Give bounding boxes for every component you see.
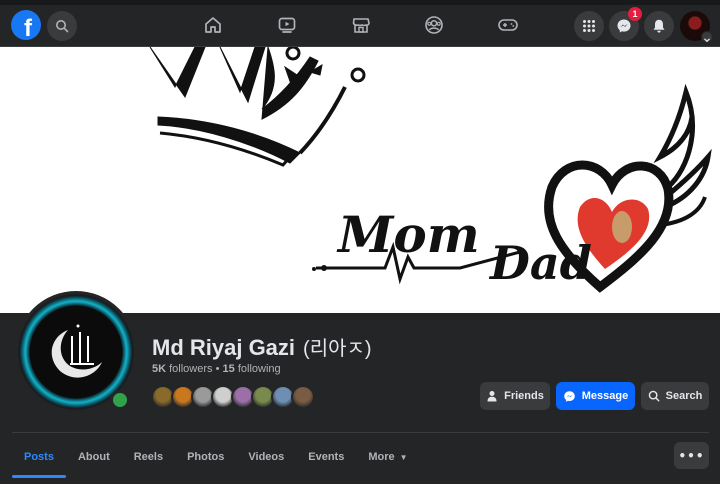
- search-button[interactable]: Search: [641, 382, 709, 410]
- account-avatar[interactable]: [680, 11, 713, 43]
- chevron-down-icon: [701, 31, 713, 43]
- tab-about[interactable]: About: [66, 437, 122, 477]
- cover-mom-text: Mom: [336, 205, 480, 264]
- tab-events[interactable]: Events: [296, 437, 356, 477]
- following-label[interactable]: following: [238, 363, 281, 375]
- following-count[interactable]: 15: [223, 363, 235, 375]
- tab-photos[interactable]: Photos: [175, 437, 236, 477]
- cover-photo[interactable]: Mom Dad: [0, 47, 720, 313]
- tab-label: More: [368, 451, 395, 463]
- cover-artwork: Mom Dad: [149, 47, 712, 293]
- followers-label[interactable]: followers: [169, 363, 212, 375]
- search-button-label: Search: [665, 390, 703, 402]
- tab-label: Posts: [24, 451, 54, 463]
- message-button[interactable]: Message: [556, 382, 635, 410]
- stats-separator: •: [215, 363, 220, 375]
- followers-count[interactable]: 5K: [152, 363, 166, 375]
- logo-letter: f: [24, 15, 32, 40]
- profile-stats: 5K followers • 15 following: [152, 363, 281, 375]
- profile-name: Md Riyaj Gazi (리아ㅈ): [152, 332, 372, 361]
- facebook-logo-icon[interactable]: f: [11, 10, 41, 40]
- profile-name-text: Md Riyaj Gazi: [152, 335, 296, 360]
- tab-label: Events: [308, 451, 345, 463]
- home-icon[interactable]: [201, 13, 225, 37]
- profile-alternate-name: (리아ㅈ): [303, 338, 372, 360]
- menu-grid-icon[interactable]: [574, 11, 604, 41]
- messenger-badge: 1: [628, 7, 642, 21]
- tab-more[interactable]: More ▼: [356, 437, 419, 477]
- top-navigation-bar: f 1: [0, 0, 720, 47]
- tab-label: Photos: [187, 451, 225, 463]
- gaming-icon[interactable]: [496, 13, 520, 37]
- online-status-dot: [110, 390, 130, 410]
- profile-tabs: Posts About Reels Photos Videos Events M…: [12, 437, 420, 478]
- friend-person-icon: [487, 391, 497, 402]
- tab-posts[interactable]: Posts: [12, 437, 66, 478]
- tab-label: Videos: [248, 451, 285, 463]
- more-options-button[interactable]: •••: [674, 442, 709, 469]
- search-icon[interactable]: [47, 11, 77, 41]
- caret-down-icon: ▼: [399, 452, 408, 462]
- tab-videos[interactable]: Videos: [236, 437, 296, 477]
- cover-dad-text: Dad: [488, 236, 592, 290]
- top-edge: [0, 0, 720, 5]
- message-button-label: Message: [581, 390, 629, 402]
- groups-icon[interactable]: [422, 13, 446, 37]
- messenger-icon: [563, 390, 575, 402]
- mutual-friends-avatars[interactable]: [151, 385, 315, 409]
- tab-label: Reels: [133, 451, 164, 463]
- tab-label: About: [77, 451, 110, 463]
- notifications-bell-icon[interactable]: [644, 11, 674, 41]
- tabs-divider: [12, 432, 709, 433]
- marketplace-icon[interactable]: [349, 13, 373, 37]
- tab-reels[interactable]: Reels: [122, 437, 175, 477]
- friend-avatar[interactable]: [291, 385, 315, 409]
- video-icon[interactable]: [275, 13, 299, 37]
- friends-button[interactable]: Friends: [480, 382, 550, 410]
- friends-button-label: Friends: [504, 390, 544, 402]
- search-icon: [648, 390, 660, 402]
